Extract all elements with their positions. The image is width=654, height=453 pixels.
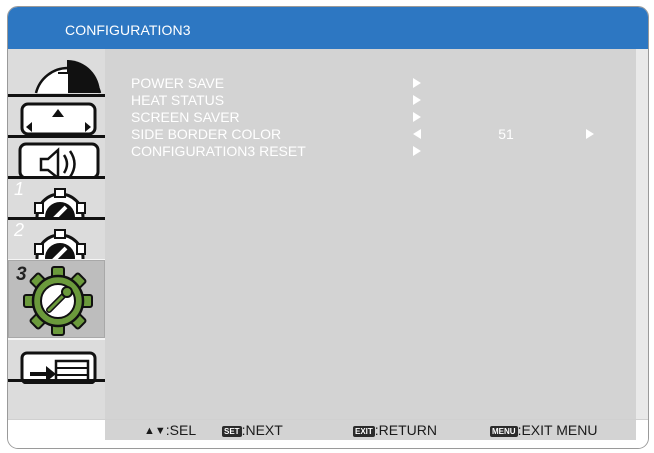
menu-item-side-border-color[interactable]: SIDE BORDER COLOR 51 [105,126,636,142]
set-key-icon: SET [222,426,242,437]
footer: ▲▼:SEL SET:NEXT EXIT:RETURN MENU:EXIT ME… [8,419,648,448]
input-source-icon [20,351,97,384]
menu-key-icon: MENU [490,426,518,437]
menu-item-label: POWER SAVE [131,75,225,91]
menu-item-label: SIDE BORDER COLOR [131,126,282,142]
up-down-arrows-icon: ▲▼ [144,425,166,437]
menu-title: CONFIGURATION3 [65,22,191,38]
hint-text: :NEXT [241,422,283,438]
tab-screen[interactable] [8,97,105,137]
tab-input[interactable] [8,339,105,384]
category-sidebar: 1 2 3 [8,49,105,419]
gear-wrench-icon [34,229,86,260]
picture-icon [34,60,102,94]
hint-text: :SEL [165,422,197,438]
menu-item-label: SCREEN SAVER [131,109,240,125]
menu-content: POWER SAVE HEAT STATUS SCREEN SAVER SIDE… [105,49,636,419]
tab-picture[interactable] [8,49,105,97]
increase-arrow-icon[interactable] [586,129,594,139]
menu-item-power-save[interactable]: POWER SAVE [105,75,636,91]
submenu-arrow-icon [413,78,421,88]
menu-item-screen-saver[interactable]: SCREEN SAVER [105,109,636,125]
hint-next: SET:NEXT [222,422,283,438]
osd-menu-window: CONFIGURATION3 1 2 3 POWER SAVE HEAT STA… [7,6,649,449]
exit-key-icon: EXIT [353,426,375,437]
menu-item-configuration3-reset[interactable]: CONFIGURATION3 RESET [105,143,636,159]
hint-select: ▲▼:SEL [144,422,196,438]
tab-audio[interactable] [8,138,105,178]
screen-adjust-icon [20,102,97,136]
submenu-arrow-icon [413,95,421,105]
title-bar: CONFIGURATION3 [8,7,648,49]
menu-item-label: HEAT STATUS [131,92,225,108]
hint-return: EXIT:RETURN [353,422,437,438]
submenu-arrow-icon [413,146,421,156]
submenu-arrow-icon [413,112,421,122]
tab-configuration3[interactable]: 3 [8,259,105,340]
gear-wrench-icon [34,188,86,219]
hint-exit-menu: MENU:EXIT MENU [490,422,597,438]
menu-item-heat-status[interactable]: HEAT STATUS [105,92,636,108]
hint-text: :EXIT MENU [517,422,598,438]
tab-configuration2[interactable]: 2 [8,220,105,260]
menu-item-label: CONFIGURATION3 RESET [131,143,306,159]
speaker-icon [18,142,100,178]
decrease-arrow-icon[interactable] [413,129,421,139]
tab-divider [8,379,105,382]
side-border-color-value: 51 [498,126,514,142]
key-hint-bar: ▲▼:SEL SET:NEXT EXIT:RETURN MENU:EXIT ME… [105,420,636,440]
tab-configuration1[interactable]: 1 [8,179,105,219]
gear-wrench-icon [23,266,93,336]
hint-text: :RETURN [374,422,438,438]
